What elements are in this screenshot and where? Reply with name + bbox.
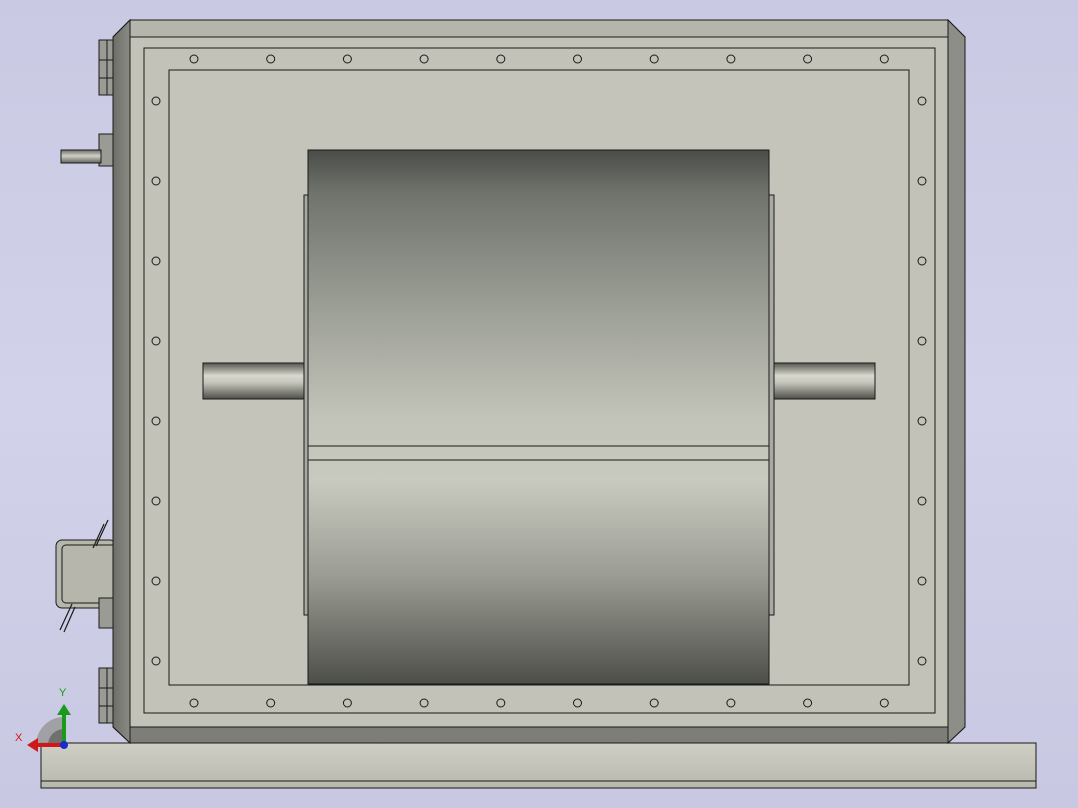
roller-drum[interactable]: [307, 149, 770, 685]
triad-x-label: X: [15, 732, 23, 744]
z-axis-dot-icon: [60, 741, 68, 749]
left-shaft[interactable]: [202, 362, 308, 400]
left-side-fittings[interactable]: [55, 39, 117, 724]
right-shaft[interactable]: [770, 362, 876, 400]
cad-graphics-viewport[interactable]: X Y: [0, 0, 1078, 808]
triad-y-label: Y: [59, 687, 67, 699]
base-rail[interactable]: [40, 742, 1037, 789]
model-view[interactable]: [0, 0, 1078, 808]
orientation-triad: [27, 704, 71, 752]
